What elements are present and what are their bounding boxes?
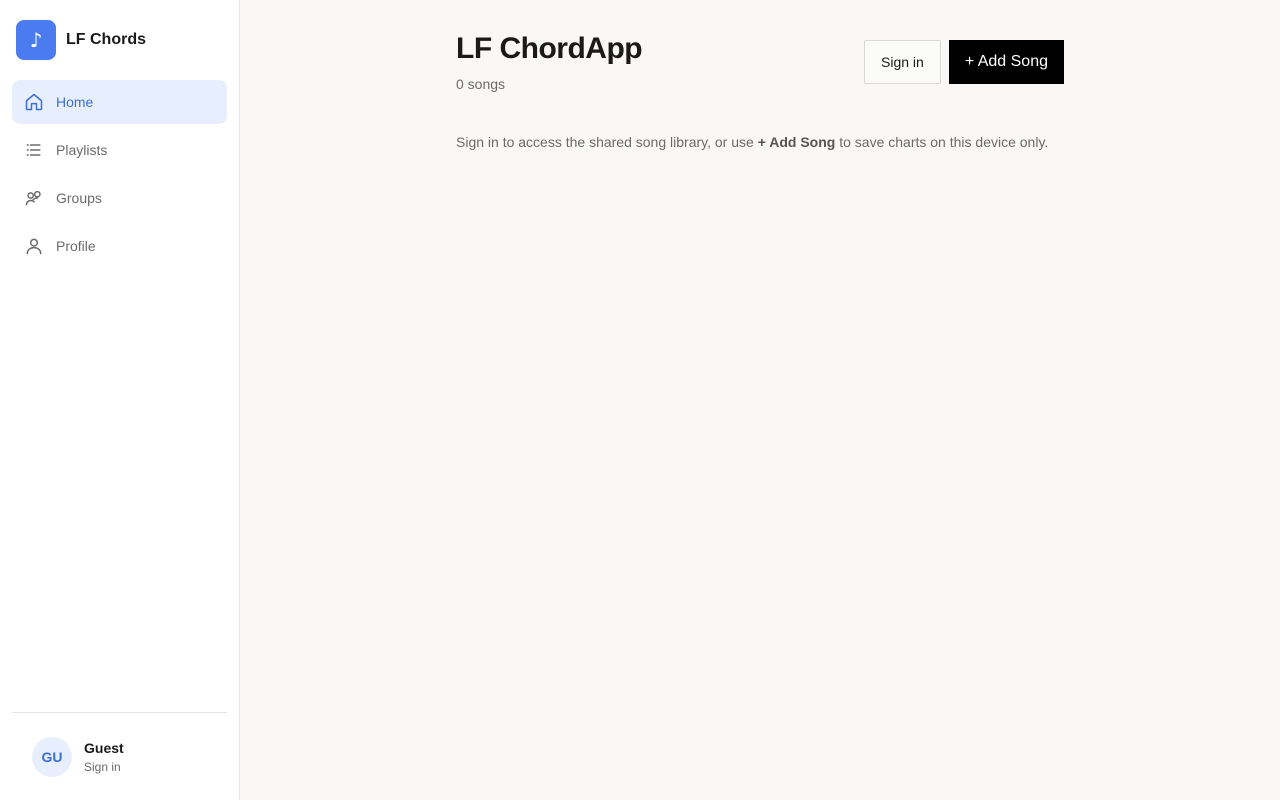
sidebar: ♪ LF Chords Home Playlists Groups Profil… — [0, 0, 240, 800]
sidebar-item-label: Groups — [56, 190, 102, 206]
users-icon — [24, 188, 44, 208]
sidebar-item-label: Home — [56, 94, 94, 110]
app-root: ♪ LF Chords Home Playlists Groups Profil… — [0, 0, 1280, 800]
user-text: Guest Sign in — [84, 740, 124, 774]
title-block: LF ChordApp 0 songs — [456, 32, 643, 92]
home-icon — [24, 92, 44, 112]
user-block[interactable]: GU Guest Sign in — [12, 712, 227, 800]
user-sign-in-link[interactable]: Sign in — [84, 760, 124, 774]
sidebar-item-profile[interactable]: Profile — [12, 224, 227, 268]
song-count: 0 songs — [456, 76, 506, 92]
main-area: LF ChordApp 0 songs Sign in + Add Song S… — [240, 0, 1280, 800]
message-text-bold: + Add Song — [757, 134, 836, 150]
user-icon — [24, 236, 44, 256]
brand[interactable]: ♪ LF Chords — [12, 20, 227, 60]
user-name: Guest — [84, 739, 124, 756]
header-row: LF ChordApp 0 songs Sign in + Add Song — [456, 32, 1064, 92]
sign-in-button[interactable]: Sign in — [864, 40, 941, 84]
sidebar-item-label: Playlists — [56, 142, 108, 158]
main-content: LF ChordApp 0 songs Sign in + Add Song S… — [456, 32, 1064, 150]
header-actions: Sign in + Add Song — [864, 40, 1064, 84]
sidebar-item-playlists[interactable]: Playlists — [12, 128, 227, 172]
sidebar-item-groups[interactable]: Groups — [12, 176, 227, 220]
list-icon — [24, 140, 44, 160]
empty-state-message: Sign in to access the shared song librar… — [456, 134, 1064, 150]
music-note-icon: ♪ — [16, 20, 56, 60]
add-song-button[interactable]: + Add Song — [948, 40, 1064, 84]
avatar: GU — [32, 736, 72, 777]
page-title: LF ChordApp — [456, 32, 643, 65]
sidebar-nav: Home Playlists Groups Profile — [12, 80, 227, 268]
message-text-after: to save charts on this device only. — [835, 134, 1049, 150]
message-text-before: Sign in to access the shared song librar… — [456, 134, 758, 150]
brand-name: LF Chords — [66, 31, 146, 48]
sidebar-item-home[interactable]: Home — [12, 80, 227, 124]
sidebar-item-label: Profile — [56, 238, 96, 254]
